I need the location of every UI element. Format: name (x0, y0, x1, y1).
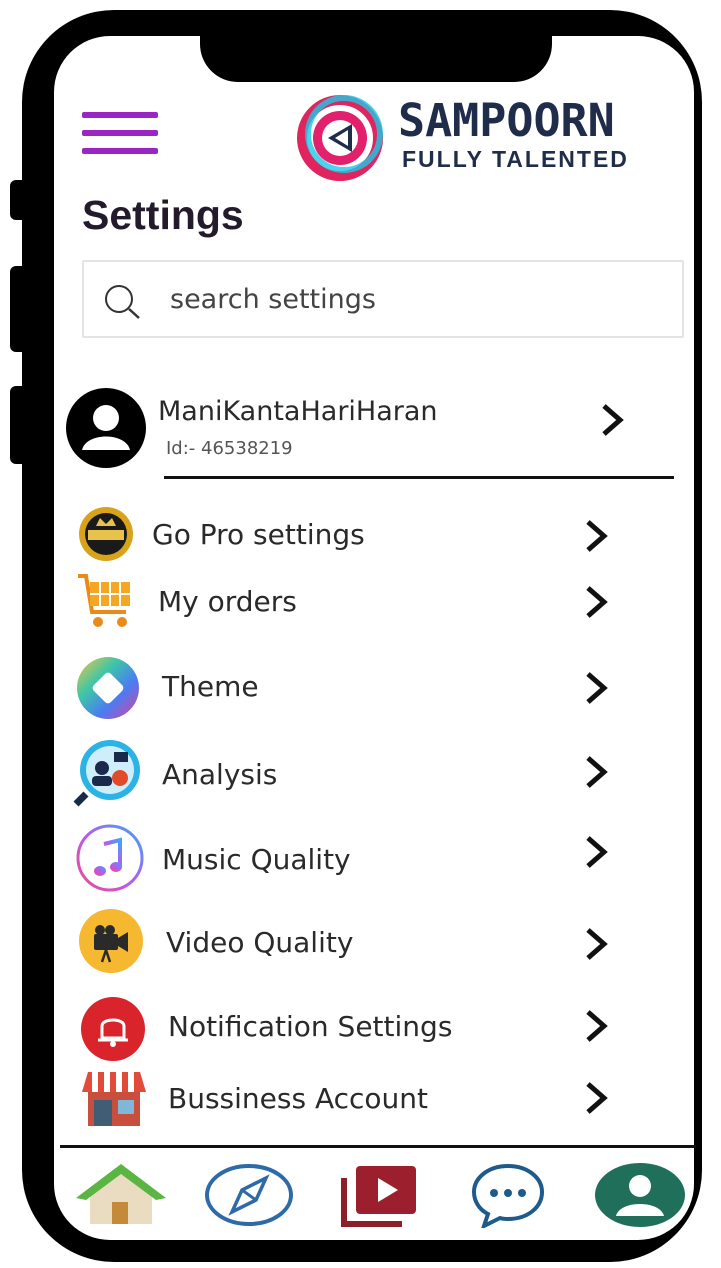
chevron-right-icon (602, 404, 624, 436)
divider (164, 476, 674, 479)
chevron-right-icon (586, 672, 608, 704)
chevron-right-icon (586, 836, 608, 868)
menu-item-label: Video Quality (166, 926, 354, 959)
video-camera-icon (79, 909, 143, 973)
menu-item-label: Go Pro settings (152, 518, 365, 551)
menu-item-label: Theme (162, 670, 259, 703)
page-title: Settings (82, 192, 244, 238)
profile-id: Id:- 46538219 (166, 438, 293, 459)
avatar-icon (66, 388, 146, 468)
chevron-right-icon (586, 520, 608, 552)
menu-item-label: Bussiness Account (168, 1082, 429, 1115)
chevron-right-icon (586, 756, 608, 788)
chevron-right-icon (586, 928, 608, 960)
video-library-icon[interactable] (340, 1162, 420, 1228)
menu-item-label: Analysis (162, 758, 278, 791)
menu-item-label: Music Quality (162, 843, 351, 876)
premium-badge-icon (79, 507, 133, 561)
compass-icon[interactable] (204, 1162, 294, 1226)
logo-mark-icon (297, 95, 383, 181)
music-note-icon (76, 824, 144, 892)
search-icon (105, 285, 140, 319)
shop-icon (82, 1072, 146, 1126)
profile-icon[interactable] (594, 1162, 686, 1228)
logo-title: SAMPOORN (398, 94, 615, 147)
analysis-icon (73, 740, 140, 807)
home-icon[interactable] (76, 1162, 166, 1228)
chevron-right-icon (586, 586, 608, 618)
bottom-nav-divider (60, 1145, 696, 1148)
chevron-right-icon (586, 1082, 608, 1114)
shopping-cart-icon (78, 574, 130, 627)
phone-notch (200, 26, 552, 82)
logo-subtitle: FULLY TALENTED (402, 146, 629, 172)
chat-icon[interactable] (470, 1162, 546, 1228)
search-placeholder: search settings (170, 284, 376, 315)
theme-icon (77, 657, 139, 719)
search-input[interactable]: search settings (82, 260, 684, 338)
menu-item-label: Notification Settings (168, 1010, 453, 1043)
profile-name: ManiKantaHariHaran (158, 396, 438, 427)
hamburger-menu-icon[interactable] (82, 112, 160, 160)
bell-icon (81, 997, 145, 1061)
app-logo: SAMPOORN FULLY TALENTED (290, 92, 670, 182)
chevron-right-icon (586, 1010, 608, 1042)
menu-item-label: My orders (158, 585, 297, 618)
